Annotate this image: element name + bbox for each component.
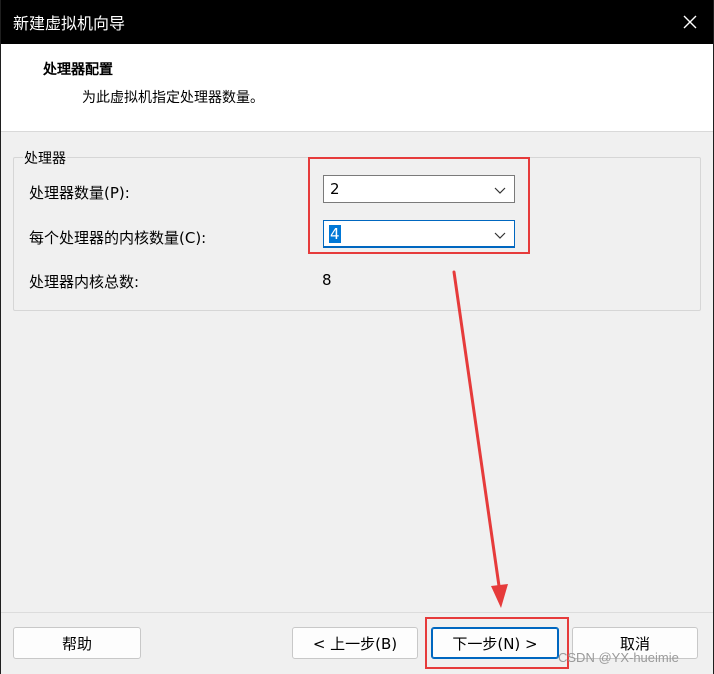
- processors-label: 处理器数量(P):: [29, 184, 130, 202]
- total-cores-label: 处理器内核总数:: [29, 273, 140, 291]
- window-title: 新建虚拟机向导: [13, 14, 126, 33]
- watermark: CSDN @YX-hueimie: [558, 650, 679, 665]
- annotation-highlight-box: [308, 157, 530, 254]
- annotation-highlight-next: [425, 617, 569, 669]
- title-bar[interactable]: 新建虚拟机向导: [1, 0, 713, 44]
- wizard-header: 处理器配置 为此虚拟机指定处理器数量。: [1, 44, 713, 132]
- help-button[interactable]: 帮助: [13, 627, 141, 659]
- group-legend: 处理器: [23, 148, 67, 168]
- cores-label: 每个处理器的内核数量(C):: [29, 229, 207, 247]
- close-button[interactable]: [667, 0, 713, 44]
- back-button[interactable]: < 上一步(B): [292, 627, 418, 659]
- total-cores-value: 8: [322, 271, 332, 289]
- close-icon: [683, 15, 697, 29]
- footer-divider: [1, 612, 713, 613]
- page-title: 处理器配置: [43, 62, 113, 78]
- page-subtitle: 为此虚拟机指定处理器数量。: [82, 90, 264, 106]
- wizard-window: 新建虚拟机向导 处理器配置 为此虚拟机指定处理器数量。 处理器 处理器数量(P)…: [1, 0, 713, 674]
